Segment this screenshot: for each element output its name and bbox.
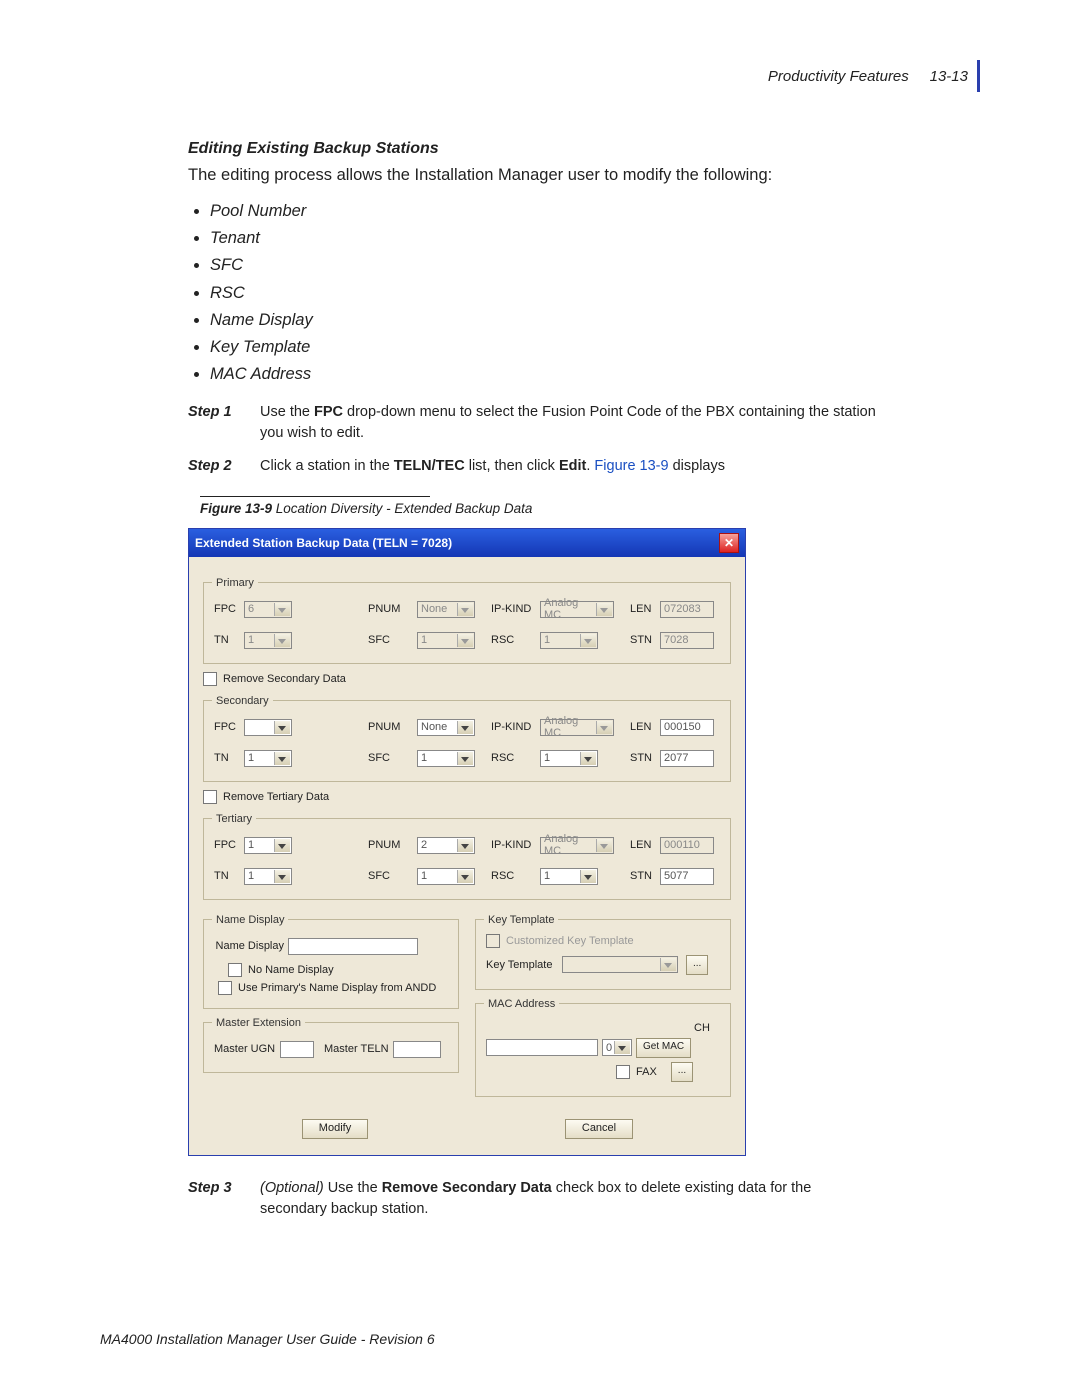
close-icon[interactable]: ✕: [719, 533, 739, 553]
bullet-item: Tenant: [210, 225, 878, 252]
figure-link[interactable]: Figure 13-9: [594, 458, 668, 474]
step-label: Step 1: [188, 402, 248, 444]
fpc-dropdown: 6: [244, 601, 292, 618]
step-label: Step 3: [188, 1178, 248, 1220]
legend-secondary: Secondary: [212, 695, 273, 707]
group-key-template: Key Template Customized Key Template Key…: [475, 914, 731, 990]
bullet-item: RSC: [210, 280, 878, 307]
custom-key-checkbox: Customized Key Template: [486, 934, 634, 948]
key-template-dropdown: [562, 956, 678, 973]
sfc-dropdown: 1: [417, 632, 475, 649]
group-tertiary: Tertiary FPC1 TN1 PNUM2 SFC1 IP-KINDAnal…: [203, 813, 731, 900]
rsc-dropdown[interactable]: 1: [540, 750, 598, 767]
ipkind-dropdown: Analog MC: [540, 837, 614, 854]
page-footer: MA4000 Installation Manager User Guide -…: [100, 1331, 435, 1347]
ipkind-dropdown: Analog MC: [540, 719, 614, 736]
legend-key: Key Template: [484, 914, 558, 926]
step-3: Step 3 (Optional) Use the Remove Seconda…: [188, 1178, 878, 1220]
dialog-titlebar: Extended Station Backup Data (TELN = 702…: [189, 529, 745, 557]
sfc-dropdown[interactable]: 1: [417, 868, 475, 885]
get-mac-button[interactable]: Get MAC: [636, 1038, 691, 1058]
ipkind-dropdown: Analog MC: [540, 601, 614, 618]
legend-name: Name Display: [212, 914, 288, 926]
master-teln-input[interactable]: [393, 1041, 441, 1058]
master-ugn-input[interactable]: [280, 1041, 314, 1058]
step-1: Step 1 Use the FPC drop-down menu to sel…: [188, 402, 878, 444]
legend-mac: MAC Address: [484, 998, 559, 1010]
bullet-item: Name Display: [210, 307, 878, 334]
section-name: Productivity Features: [768, 68, 909, 85]
bullet-item: MAC Address: [210, 361, 878, 388]
step-text: Click a station in the TELN/TEC list, th…: [260, 456, 725, 477]
len-field: 072083: [660, 601, 714, 618]
stn-field[interactable]: 5077: [660, 868, 714, 885]
dialog-extended-backup: Extended Station Backup Data (TELN = 702…: [188, 528, 746, 1156]
remove-secondary-checkbox[interactable]: Remove Secondary Data: [203, 672, 346, 686]
page: Productivity Features 13-13 Editing Exis…: [0, 0, 1080, 1397]
ch-dropdown[interactable]: 0: [602, 1039, 632, 1056]
mac-input[interactable]: [486, 1039, 598, 1056]
tn-dropdown[interactable]: 1: [244, 750, 292, 767]
figure-caption: Figure 13-9 Location Diversity - Extende…: [200, 501, 980, 516]
len-field: 000110: [660, 837, 714, 854]
page-number: 13-13: [930, 68, 968, 85]
group-mac: MAC Address CH 0 Get MAC FAX...: [475, 998, 731, 1097]
pnum-dropdown[interactable]: None: [417, 719, 475, 736]
fpc-dropdown[interactable]: [244, 719, 292, 736]
modify-button[interactable]: Modify: [302, 1119, 368, 1139]
dialog-title: Extended Station Backup Data (TELN = 702…: [195, 536, 452, 550]
intro-text: The editing process allows the Installat…: [188, 164, 878, 188]
rsc-dropdown: 1: [540, 632, 598, 649]
bullet-item: Key Template: [210, 334, 878, 361]
remove-tertiary-checkbox[interactable]: Remove Tertiary Data: [203, 790, 329, 804]
pnum-dropdown[interactable]: 2: [417, 837, 475, 854]
content: Editing Existing Backup Stations The edi…: [188, 140, 878, 478]
fax-more-button[interactable]: ...: [671, 1062, 693, 1082]
header-rule: [977, 60, 980, 92]
step-3-block: Step 3 (Optional) Use the Remove Seconda…: [188, 1178, 878, 1220]
no-name-checkbox[interactable]: No Name Display: [228, 963, 334, 977]
cancel-button[interactable]: Cancel: [565, 1119, 633, 1139]
len-field[interactable]: 000150: [660, 719, 714, 736]
group-name-display: Name Display Name Display No Name Displa…: [203, 914, 459, 1009]
step-2: Step 2 Click a station in the TELN/TEC l…: [188, 456, 878, 477]
page-header: Productivity Features 13-13: [768, 68, 968, 85]
pnum-dropdown: None: [417, 601, 475, 618]
group-secondary: Secondary FPC TN1 PNUMNone SFC1 IP-KINDA…: [203, 695, 731, 782]
step-label: Step 2: [188, 456, 248, 477]
tn-dropdown: 1: [244, 632, 292, 649]
rsc-dropdown[interactable]: 1: [540, 868, 598, 885]
step-text: (Optional) Use the Remove Secondary Data…: [260, 1178, 878, 1220]
figure-rule: [200, 496, 430, 497]
sfc-dropdown[interactable]: 1: [417, 750, 475, 767]
legend-tertiary: Tertiary: [212, 813, 256, 825]
fpc-dropdown[interactable]: 1: [244, 837, 292, 854]
group-primary: Primary FPC6 TN1 PNUMNone SFC1 IP-KINDAn…: [203, 577, 731, 664]
dialog-buttons: Modify Cancel: [203, 1119, 731, 1139]
bullet-item: SFC: [210, 252, 878, 279]
tn-dropdown[interactable]: 1: [244, 868, 292, 885]
name-display-input[interactable]: [288, 938, 418, 955]
bullet-item: Pool Number: [210, 198, 878, 225]
legend-master: Master Extension: [212, 1017, 305, 1029]
key-template-browse-button[interactable]: ...: [686, 955, 708, 975]
legend-primary: Primary: [212, 577, 258, 589]
use-primary-name-checkbox[interactable]: Use Primary's Name Display from ANDD: [218, 981, 436, 995]
group-master-ext: Master Extension Master UGN Master TELN: [203, 1017, 459, 1073]
section-title: Editing Existing Backup Stations: [188, 140, 878, 158]
bullet-list: Pool Number Tenant SFC RSC Name Display …: [188, 198, 878, 389]
stn-field[interactable]: 2077: [660, 750, 714, 767]
fax-checkbox[interactable]: FAX: [616, 1065, 657, 1079]
dialog-body: Primary FPC6 TN1 PNUMNone SFC1 IP-KINDAn…: [189, 557, 745, 1155]
step-text: Use the FPC drop-down menu to select the…: [260, 402, 878, 444]
bottom-row: Name Display Name Display No Name Displa…: [203, 908, 731, 1105]
stn-field: 7028: [660, 632, 714, 649]
